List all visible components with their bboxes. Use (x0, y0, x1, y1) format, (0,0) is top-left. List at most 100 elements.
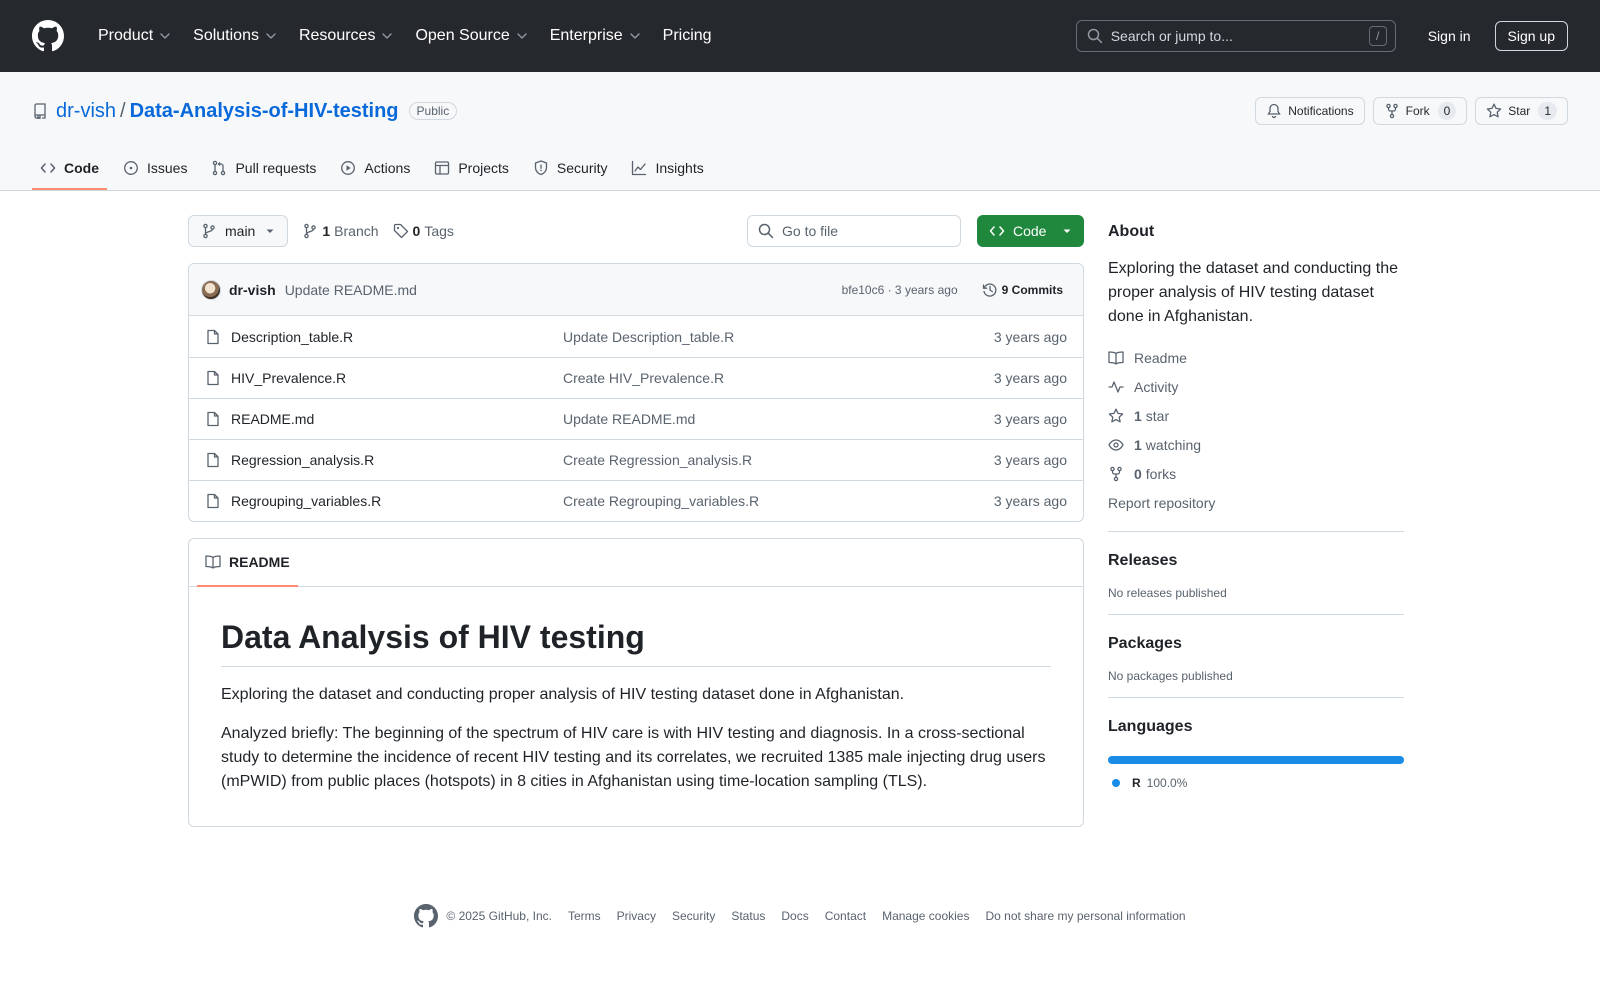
commit-message[interactable]: Update README.md (285, 282, 417, 298)
search-icon (1087, 28, 1102, 44)
language-percent: 100.0% (1146, 776, 1188, 790)
tab-pull-requests[interactable]: Pull requests (203, 146, 324, 190)
about-links: Readme Activity 1 star 1 watching 0 fork… (1108, 343, 1404, 517)
bell-icon (1267, 103, 1281, 119)
language-item[interactable]: R 100.0% (1108, 776, 1404, 790)
file-row: Regrouping_variables.R Create Regrouping_… (189, 480, 1083, 521)
sign-up-button[interactable]: Sign up (1494, 21, 1568, 51)
watching-count: 1 (1134, 436, 1142, 453)
tab-projects[interactable]: Projects (426, 146, 517, 190)
footer-link-terms[interactable]: Terms (568, 909, 601, 923)
commits-link[interactable]: 9 Commits (974, 282, 1071, 298)
language-bar (1108, 756, 1404, 764)
commit-hash-time[interactable]: bfe10c6 · 3 years ago (842, 283, 958, 297)
fork-button[interactable]: Fork 0 (1372, 97, 1468, 125)
footer-copyright: © 2025 GitHub, Inc. (446, 909, 552, 923)
tab-issues[interactable]: Issues (115, 146, 195, 190)
branch-selector[interactable]: main (188, 215, 289, 247)
tab-label: Insights (655, 160, 704, 176)
branches-link[interactable]: 1 Branch (302, 223, 379, 239)
file-commit-message[interactable]: Update README.md (563, 411, 994, 427)
file-commit-time[interactable]: 3 years ago (994, 493, 1067, 509)
footer-link-manage-cookies[interactable]: Manage cookies (882, 909, 969, 923)
tab-label: Security (556, 160, 608, 176)
tab-insights[interactable]: Insights (623, 146, 711, 190)
language-name: R (1132, 776, 1141, 790)
file-navigation: main 1 Branch 0 Tags Go to file Code (188, 215, 1084, 247)
file-commit-time[interactable]: 3 years ago (994, 329, 1067, 345)
report-repository-link[interactable]: Report repository (1108, 488, 1404, 517)
header-actions: Search or jump to... / Sign in Sign up (1075, 20, 1568, 52)
forks-link[interactable]: 0 forks (1108, 459, 1404, 488)
footer-link-contact[interactable]: Contact (825, 909, 866, 923)
file-commit-message[interactable]: Update Description_table.R (563, 329, 994, 345)
github-logo-icon[interactable] (414, 904, 439, 928)
star-button[interactable]: Star 1 (1475, 97, 1568, 125)
notifications-button[interactable]: Notifications (1255, 97, 1365, 125)
file-icon (207, 452, 219, 468)
repo-name-link[interactable]: Data-Analysis-of-HIV-testing (130, 100, 399, 123)
global-search-input[interactable]: Search or jump to... / (1075, 20, 1396, 52)
chevron-down-icon (266, 33, 276, 39)
top-nav-item-product[interactable]: Product (88, 20, 183, 52)
file-name-link[interactable]: Description_table.R (231, 329, 563, 345)
footer-link-do-not-share-my-personal-information[interactable]: Do not share my personal information (985, 909, 1185, 923)
repo-owner-link[interactable]: dr-vish (56, 100, 116, 123)
file-name-link[interactable]: HIV_Prevalence.R (231, 370, 563, 386)
notifications-label: Notifications (1288, 104, 1354, 118)
watchers-link[interactable]: 1 watching (1108, 430, 1404, 459)
file-commit-time[interactable]: 3 years ago (994, 370, 1067, 386)
file-icon (207, 411, 219, 427)
footer-link-privacy[interactable]: Privacy (617, 909, 656, 923)
file-name-link[interactable]: README.md (231, 411, 563, 427)
tab-actions[interactable]: Actions (332, 146, 418, 190)
stars-label: star (1145, 407, 1170, 424)
pulse-icon (1108, 380, 1124, 393)
readme-paragraph: Analyzed briefly: The beginning of the s… (221, 725, 1046, 790)
file-commit-time[interactable]: 3 years ago (994, 411, 1067, 427)
about-heading: About (1108, 223, 1155, 240)
file-commit-message[interactable]: Create Regrouping_variables.R (563, 493, 994, 509)
readme-title: Data Analysis of HIV testing (221, 619, 1051, 667)
top-nav-item-solutions[interactable]: Solutions (183, 20, 289, 52)
go-to-file-input[interactable]: Go to file (747, 215, 961, 247)
repo-path: dr-vish / Data-Analysis-of-HIV-testing P… (32, 99, 458, 123)
stars-link[interactable]: 1 star (1108, 401, 1404, 430)
tag-icon (393, 223, 408, 239)
readme-tab[interactable]: README (197, 538, 298, 587)
footer-link-security[interactable]: Security (672, 909, 715, 923)
top-nav-item-open-source[interactable]: Open Source (405, 20, 539, 52)
star-count: 1 (1538, 102, 1557, 120)
fork-label: Fork (1405, 104, 1430, 118)
readme-link[interactable]: Readme (1108, 343, 1404, 372)
code-icon (40, 163, 56, 173)
packages-heading[interactable]: Packages (1108, 635, 1404, 653)
github-logo-icon[interactable] (32, 20, 64, 52)
tab-security[interactable]: Security (525, 146, 616, 190)
top-nav-item-resources[interactable]: Resources (289, 20, 405, 52)
footer-link-docs[interactable]: Docs (781, 909, 808, 923)
file-name-link[interactable]: Regression_analysis.R (231, 452, 563, 468)
history-icon (982, 282, 997, 297)
avatar[interactable] (201, 279, 221, 300)
file-name-link[interactable]: Regrouping_variables.R (231, 493, 563, 509)
top-nav-item-pricing[interactable]: Pricing (653, 20, 722, 52)
footer-link-status[interactable]: Status (731, 909, 765, 923)
file-commit-time[interactable]: 3 years ago (994, 452, 1067, 468)
tab-code[interactable]: Code (32, 146, 107, 190)
releases-heading[interactable]: Releases (1108, 552, 1404, 570)
path-separator: / (120, 99, 126, 122)
packages-empty: No packages published (1108, 669, 1233, 683)
sign-in-link[interactable]: Sign in (1420, 22, 1479, 50)
activity-link[interactable]: Activity (1108, 372, 1404, 401)
eye-icon (1108, 438, 1124, 451)
tab-label: Projects (458, 160, 509, 176)
languages-heading: Languages (1108, 718, 1193, 735)
top-nav-item-enterprise[interactable]: Enterprise (540, 20, 653, 52)
tags-link[interactable]: 0 Tags (393, 223, 454, 239)
commit-author[interactable]: dr-vish (229, 282, 276, 298)
file-icon (207, 493, 219, 509)
file-commit-message[interactable]: Create HIV_Prevalence.R (563, 370, 994, 386)
code-dropdown-button[interactable]: Code (977, 215, 1084, 247)
file-commit-message[interactable]: Create Regression_analysis.R (563, 452, 994, 468)
